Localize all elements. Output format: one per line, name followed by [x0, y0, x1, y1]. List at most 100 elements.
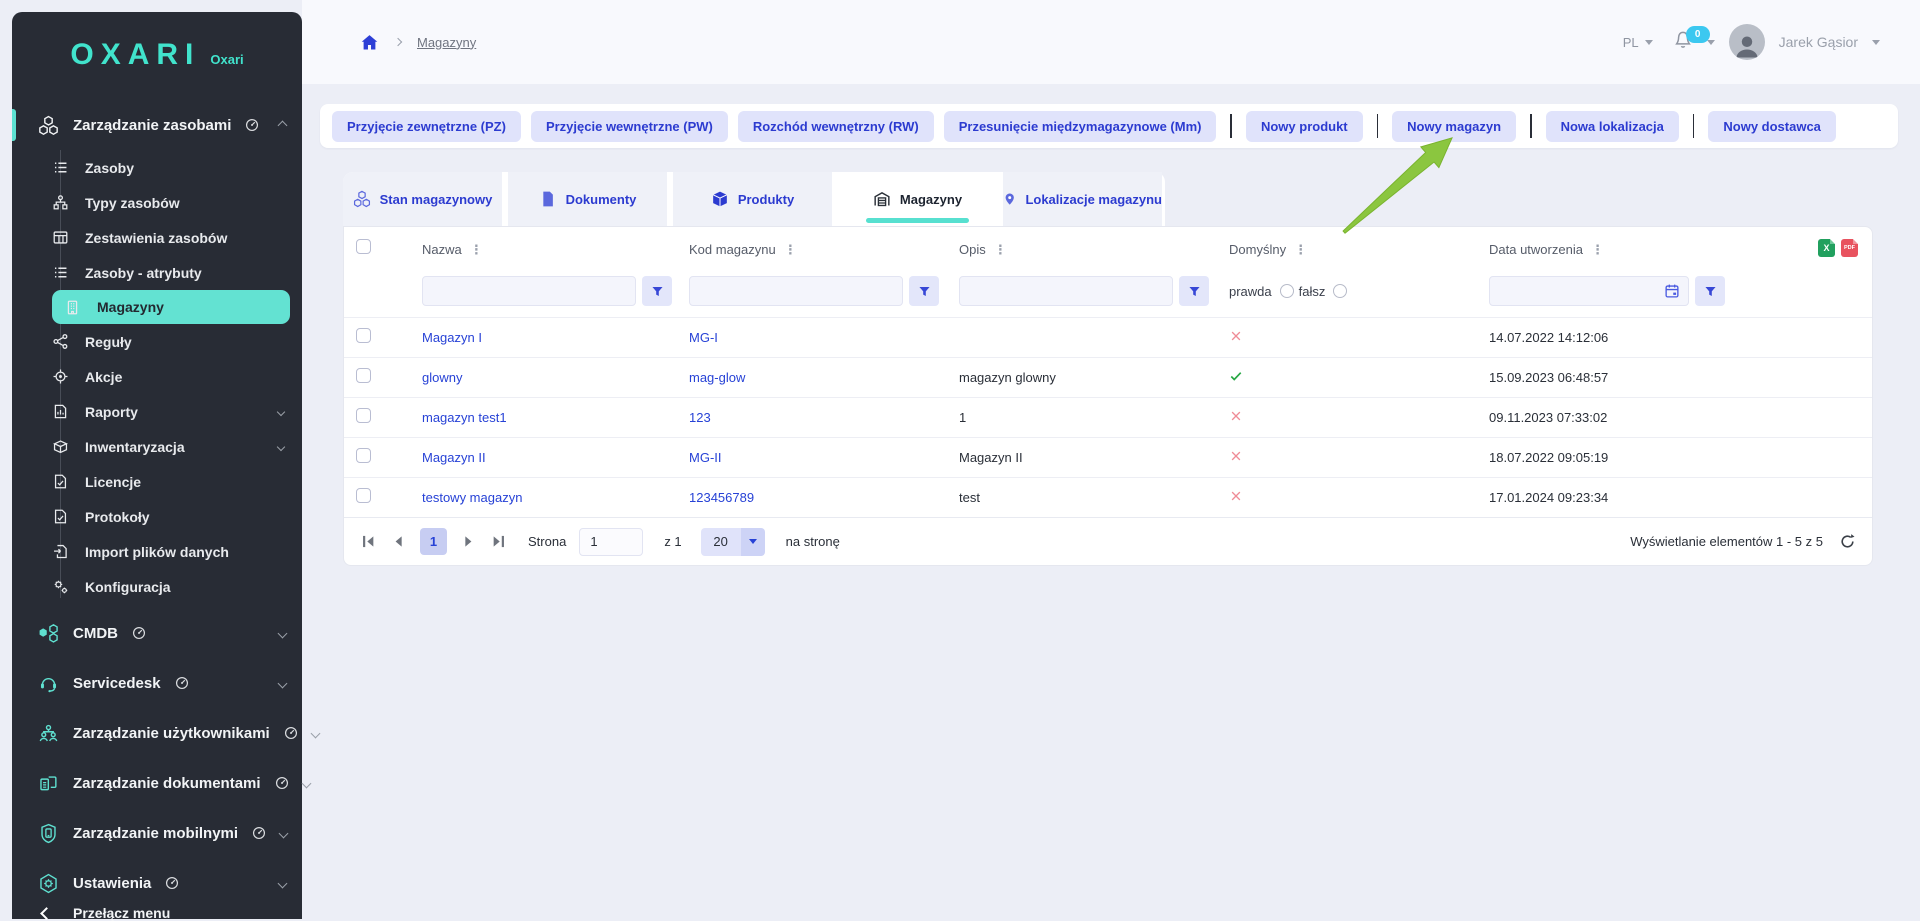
page-size-select[interactable]: 20 [701, 528, 765, 556]
sidebar-item-import-plikow[interactable]: Import plików danych [12, 534, 302, 569]
tab-stan-magazynowy[interactable]: Stan magazynowy [343, 172, 502, 226]
sidebar-section-zarzadzanie-mobilnymi[interactable]: Zarządzanie mobilnymi [12, 812, 302, 854]
column-menu-icon[interactable]: ⋮ [1591, 243, 1604, 256]
przesuniecie-miedzymagazynowe-button[interactable]: Przesunięcie międzymagazynowe (Mm) [944, 111, 1217, 142]
chevron-down-icon[interactable] [1707, 40, 1715, 45]
sidebar-item-konfiguracja[interactable]: Konfiguracja [12, 569, 302, 604]
sidebar-item-zasoby[interactable]: Zasoby [12, 150, 302, 185]
rozchod-wewnetrzny-button[interactable]: Rozchód wewnętrzny (RW) [738, 111, 934, 142]
logo-text: OXARI [70, 38, 200, 72]
warehouse-name-link[interactable]: glowny [422, 370, 462, 385]
przyjecie-zewnetrzne-button[interactable]: Przyjęcie zewnętrzne (PZ) [332, 111, 521, 142]
filter-nazwa-input[interactable] [422, 276, 636, 306]
section-label: Zarządzanie zasobami [73, 117, 231, 134]
sidebar-item-licencje[interactable]: Licencje [12, 464, 302, 499]
divider [1530, 114, 1532, 138]
filter-opis-input[interactable] [959, 276, 1173, 306]
avatar[interactable] [1729, 24, 1765, 60]
first-page-icon[interactable] [360, 533, 377, 550]
nowy-magazyn-button[interactable]: Nowy magazyn [1392, 111, 1516, 142]
sidebar-item-akcje[interactable]: Akcje [12, 359, 302, 394]
tab-lokalizacje-magazynu[interactable]: Lokalizacje magazynu [1003, 172, 1162, 226]
funnel-icon [1188, 285, 1201, 298]
tab-magazyny[interactable]: Magazyny [838, 172, 997, 226]
filter-kod-input[interactable] [689, 276, 903, 306]
warehouse-name-link[interactable]: testowy magazyn [422, 490, 522, 505]
sidebar-item-typy-zasobow[interactable]: Typy zasobów [12, 185, 302, 220]
sidebar-menu: Zarządzanie zasobami Zasoby Typy zasobów… [12, 82, 302, 904]
refresh-icon[interactable] [1839, 533, 1856, 550]
list-icon [52, 159, 69, 176]
column-menu-icon[interactable]: ⋮ [1294, 243, 1307, 256]
row-checkbox[interactable] [356, 448, 371, 463]
user-area: PL 0 Jarek Gąsior [1623, 24, 1880, 60]
chevron-down-icon[interactable] [1872, 40, 1880, 45]
sidebar-section-ustawienia[interactable]: Ustawienia [12, 862, 302, 904]
calendar-icon[interactable] [1664, 283, 1680, 299]
radio-falsz[interactable] [1333, 284, 1347, 298]
przyjecie-wewnetrzne-button[interactable]: Przyjęcie wewnętrzne (PW) [531, 111, 728, 142]
warehouse-code-link[interactable]: MG-I [689, 330, 718, 345]
warehouse-icon [873, 190, 891, 208]
nowy-produkt-button[interactable]: Nowy produkt [1246, 111, 1363, 142]
tab-dokumenty[interactable]: Dokumenty [508, 172, 667, 226]
sidebar-section-cmdb[interactable]: CMDB [12, 612, 302, 654]
sidebar-item-zasoby-atrybuty[interactable]: Zasoby - atrybuty [12, 255, 302, 290]
warehouse-name-link[interactable]: Magazyn I [422, 330, 482, 345]
sidebar-item-inwentaryzacja[interactable]: Inwentaryzacja [12, 429, 302, 464]
sidebar-section-servicedesk[interactable]: Servicedesk [12, 662, 302, 704]
gauge-badge-icon [252, 826, 266, 840]
warehouse-code-link[interactable]: 123456789 [689, 490, 754, 505]
filter-data-button[interactable] [1695, 276, 1725, 306]
sidebar-item-raporty[interactable]: Raporty [12, 394, 302, 429]
annotation-arrow [1335, 132, 1465, 240]
sidebar-section-zarzadzanie-uzytkownikami[interactable]: Zarządzanie użytkownikami [12, 712, 302, 754]
sidebar-section-zarzadzanie-zasobami[interactable]: Zarządzanie zasobami [12, 104, 302, 146]
next-page-icon[interactable] [460, 533, 477, 550]
warehouse-name-link[interactable]: magazyn test1 [422, 410, 507, 425]
topbar: Magazyny PL 0 Jarek Gąsior [302, 0, 1920, 84]
breadcrumb-chevron-icon [394, 38, 402, 46]
actions-bar: Przyjęcie zewnętrzne (PZ) Przyjęcie wewn… [320, 104, 1898, 148]
notifications-button[interactable]: 0 [1673, 30, 1693, 55]
export-excel-icon[interactable]: X [1818, 239, 1835, 257]
row-checkbox[interactable] [356, 328, 371, 343]
warehouse-code-link[interactable]: 123 [689, 410, 711, 425]
language-selector[interactable]: PL [1623, 35, 1653, 50]
last-page-icon[interactable] [490, 533, 507, 550]
warehouse-name-link[interactable]: Magazyn II [422, 450, 486, 465]
sidebar-section-zarzadzanie-dokumentami[interactable]: Zarządzanie dokumentami [12, 762, 302, 804]
nowy-dostawca-button[interactable]: Nowy dostawca [1708, 111, 1836, 142]
nowa-lokalizacja-button[interactable]: Nowa lokalizacja [1546, 111, 1679, 142]
sidebar-item-reguly[interactable]: Reguły [12, 324, 302, 359]
table-row: Magazyn II MG-II Magazyn II 18.07.2022 0… [344, 437, 1872, 477]
gears-icon [52, 578, 69, 595]
row-checkbox[interactable] [356, 408, 371, 423]
row-checkbox[interactable] [356, 368, 371, 383]
column-menu-icon[interactable]: ⋮ [784, 243, 797, 256]
column-menu-icon[interactable]: ⋮ [470, 243, 483, 256]
filter-opis-button[interactable] [1179, 276, 1209, 306]
sidebar-item-protokoly[interactable]: Protokoły [12, 499, 302, 534]
filter-kod-button[interactable] [909, 276, 939, 306]
row-checkbox[interactable] [356, 488, 371, 503]
chevron-down-icon [278, 678, 288, 688]
filter-data-input[interactable] [1489, 276, 1689, 306]
column-menu-icon[interactable]: ⋮ [994, 243, 1007, 256]
table-icon [52, 229, 69, 246]
radio-prawda[interactable] [1280, 284, 1294, 298]
page-number-input[interactable] [579, 528, 643, 556]
export-pdf-icon[interactable]: PDF [1841, 239, 1858, 257]
sidebar-item-zestawienia-zasobow[interactable]: Zestawienia zasobów [12, 220, 302, 255]
warehouse-code-link[interactable]: MG-II [689, 450, 722, 465]
chevron-down-icon [1645, 40, 1653, 45]
page-number-button[interactable]: 1 [420, 528, 447, 555]
select-all-checkbox[interactable] [356, 239, 371, 254]
tab-produkty[interactable]: Produkty [673, 172, 832, 226]
sidebar-item-magazyny[interactable]: Magazyny [52, 290, 290, 324]
breadcrumb-magazyny-link[interactable]: Magazyny [417, 35, 476, 50]
home-icon[interactable] [360, 33, 379, 52]
filter-nazwa-button[interactable] [642, 276, 672, 306]
warehouse-code-link[interactable]: mag-glow [689, 370, 745, 385]
previous-page-icon[interactable] [390, 533, 407, 550]
